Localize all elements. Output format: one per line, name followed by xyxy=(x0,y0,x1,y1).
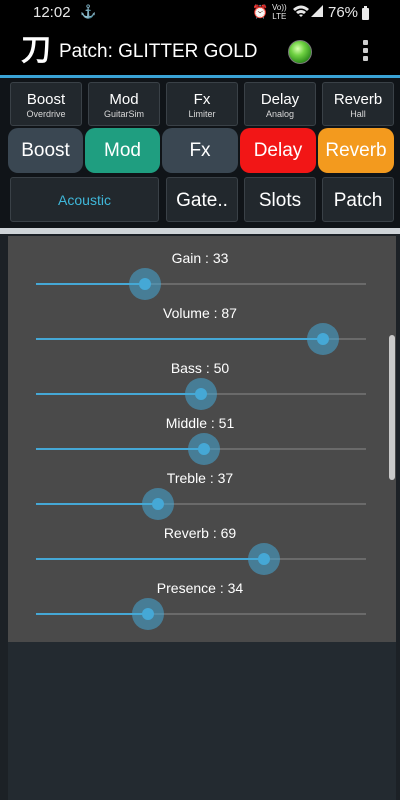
treble-slider-thumb[interactable] xyxy=(142,488,175,520)
boost-effect-sublabel: Overdrive xyxy=(26,109,66,119)
reverb-effect-label: Reverb xyxy=(333,91,383,108)
reverb-slider[interactable] xyxy=(36,543,366,575)
middle-slider-fill xyxy=(36,448,205,450)
app-bar: 刀 Patch: GLITTER GOLD xyxy=(0,28,400,75)
battery-percent: 76% xyxy=(328,4,359,21)
alarm-icon: ⏰ xyxy=(252,4,269,19)
reverb-block-button[interactable]: Reverb xyxy=(318,128,394,173)
delay-effect-label: Delay xyxy=(260,91,300,108)
bass-label: Bass : 50 xyxy=(170,360,230,376)
slots-button[interactable]: Slots xyxy=(244,177,316,222)
fx-effect-sublabel: Limiter xyxy=(188,109,216,119)
app-logo: 刀 xyxy=(21,33,51,68)
reverb-slider-thumb[interactable] xyxy=(247,543,280,575)
delay-effect-button[interactable]: Delay Analog xyxy=(244,82,316,126)
effects-toolbar: Boost Overdrive Mod GuitarSim Fx Limiter… xyxy=(0,78,400,228)
fx-block-button[interactable]: Fx xyxy=(162,128,238,173)
wifi-icon xyxy=(292,4,310,21)
connection-status-icon[interactable] xyxy=(288,40,312,64)
battery-icon xyxy=(362,6,369,20)
notification-icon: ⚓ xyxy=(80,4,97,19)
delay-effect-sublabel: Analog xyxy=(265,109,295,119)
status-bar: 12:02 ⚓ ⏰ Vo)) LTE 76% xyxy=(0,0,400,28)
status-time: 12:02 xyxy=(33,4,71,21)
presence-slider[interactable] xyxy=(36,598,366,630)
page-title: Patch: GLITTER GOLD xyxy=(59,41,258,62)
section-divider xyxy=(0,228,400,234)
delay-block-button[interactable]: Delay xyxy=(240,128,316,173)
mod-effect-label: Mod xyxy=(109,91,139,108)
volume-slider-thumb[interactable] xyxy=(307,323,340,355)
fx-effect-button[interactable]: Fx Limiter xyxy=(166,82,238,126)
treble-slider[interactable] xyxy=(36,488,366,520)
middle-slider[interactable] xyxy=(36,433,366,465)
volume-slider-fill xyxy=(36,338,324,340)
boost-effect-label: Boost xyxy=(26,91,66,108)
lte-label: LTE xyxy=(272,12,287,21)
reverb-effect-button[interactable]: Reverb Hall xyxy=(322,82,394,126)
treble-slider-fill xyxy=(36,503,159,505)
patch-button[interactable]: Patch xyxy=(322,177,394,222)
presence-label: Presence : 34 xyxy=(156,580,244,596)
reverb-label: Reverb : 69 xyxy=(163,525,237,541)
mod-effect-sublabel: GuitarSim xyxy=(103,109,144,119)
signal-icon xyxy=(310,4,324,21)
volte-indicator: Vo)) LTE xyxy=(272,3,287,21)
volume-slider[interactable] xyxy=(36,323,366,355)
treble-label: Treble : 37 xyxy=(166,470,234,486)
gate-button[interactable]: Gate.. xyxy=(166,177,238,222)
boost-block-button[interactable]: Boost xyxy=(8,128,83,173)
mod-effect-button[interactable]: Mod GuitarSim xyxy=(88,82,160,126)
bass-slider-fill xyxy=(36,393,201,395)
boost-effect-button[interactable]: Boost Overdrive xyxy=(10,82,82,126)
bass-slider[interactable] xyxy=(36,378,366,410)
volte-label: Vo)) xyxy=(272,3,287,12)
fx-effect-label: Fx xyxy=(193,91,211,108)
reverb-effect-sublabel: Hall xyxy=(350,109,366,119)
gain-label: Gain : 33 xyxy=(171,250,229,266)
volume-label: Volume : 87 xyxy=(163,305,237,321)
empty-content-area xyxy=(8,642,396,800)
mod-block-button[interactable]: Mod xyxy=(85,128,160,173)
gain-slider[interactable] xyxy=(36,268,366,300)
middle-label: Middle : 51 xyxy=(165,415,235,431)
reverb-slider-fill xyxy=(36,558,264,560)
overflow-menu-icon[interactable] xyxy=(360,40,370,64)
scrollbar[interactable] xyxy=(389,335,395,480)
acoustic-button[interactable]: Acoustic xyxy=(10,177,159,222)
gain-slider-thumb[interactable] xyxy=(128,268,161,300)
presence-slider-thumb[interactable] xyxy=(132,598,165,630)
bass-slider-thumb[interactable] xyxy=(185,378,217,410)
